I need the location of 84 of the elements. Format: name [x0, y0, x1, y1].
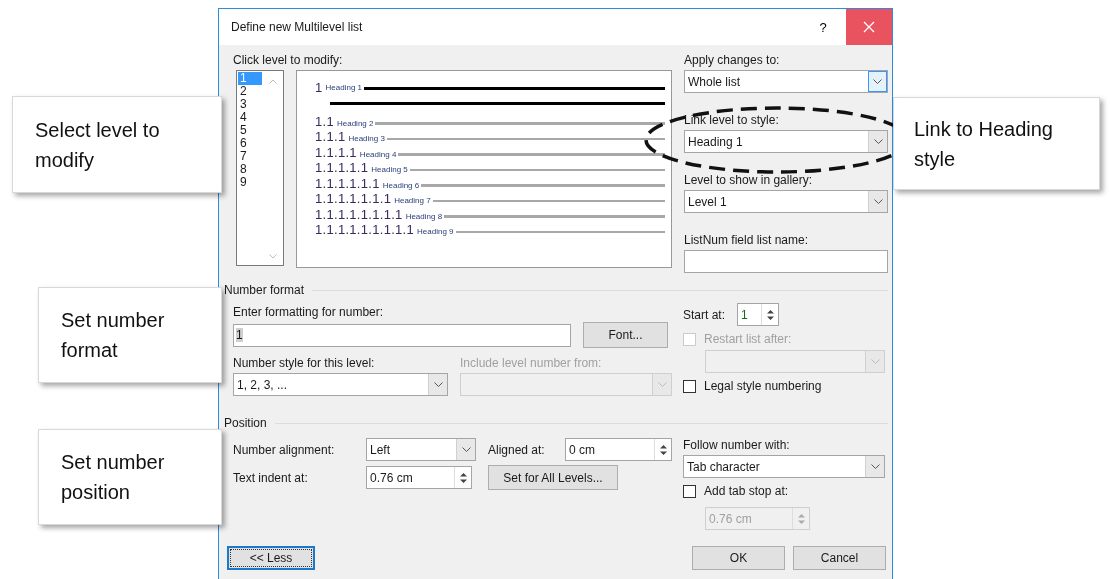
field-label: Level to show in gallery: — [684, 173, 814, 187]
preview-number: 1.1.1.1.1.1.1.1 — [315, 207, 403, 222]
legal-numbering-checkbox[interactable] — [683, 379, 696, 393]
chevron-down-icon — [873, 79, 882, 84]
preview-heading: Heading 9 — [417, 227, 454, 237]
chevron-down-icon — [873, 199, 883, 204]
preview-number: 1.1.1.1 — [315, 145, 357, 160]
aligned-at-field[interactable]: 0 cm — [565, 438, 672, 461]
ok-button[interactable]: OK — [692, 546, 785, 570]
checkbox-label: Legal style numbering — [704, 379, 822, 393]
follow-number-dropdown[interactable]: Tab character — [683, 455, 885, 478]
checkbox-label: Restart list after: — [704, 332, 792, 346]
preview-heading: Heading 4 — [359, 149, 397, 160]
field-label: Text indent at: — [233, 470, 309, 485]
preview-number: 1.1.1.1.1 — [315, 161, 369, 175]
preview-number: 1.1.1.1.1.1 — [315, 176, 380, 191]
chevron-down-icon[interactable] — [268, 254, 277, 259]
field-label: Start at: — [683, 307, 726, 322]
field-label: Enter formatting for number: — [233, 305, 385, 319]
preview-number: 1.1.1.1.1.1.1.1.1 — [315, 223, 415, 237]
level-list[interactable]: 1 2 3 4 5 6 7 8 9 — [236, 70, 284, 266]
text-indent-field[interactable]: 0.76 cm — [366, 466, 472, 489]
start-at-field[interactable]: 1 — [737, 303, 780, 326]
level-item[interactable]: 8 — [238, 163, 262, 176]
number-alignment-dropdown[interactable]: Left — [366, 438, 476, 461]
level-item[interactable]: 6 — [238, 137, 262, 150]
help-button[interactable]: ? — [800, 9, 846, 45]
preview-heading: Heading 2 — [337, 118, 374, 129]
preview-number: 1.1.1.1.1.1.1 — [315, 192, 392, 206]
level-item[interactable]: 3 — [238, 98, 262, 111]
section-heading: Position — [224, 416, 267, 430]
section-heading: Number format — [224, 283, 305, 297]
preview-number: 1.1.1 — [315, 130, 346, 144]
preview-heading: Heading 7 — [394, 196, 431, 206]
chevron-down-icon — [873, 139, 883, 144]
field-label: Aligned at: — [488, 442, 546, 457]
checkbox-label: Add tab stop at: — [704, 484, 789, 498]
close-icon — [863, 21, 875, 33]
field-label: Follow number with: — [683, 438, 791, 452]
chevron-down-icon — [461, 447, 471, 452]
level-item[interactable]: 7 — [238, 150, 262, 163]
number-style-dropdown[interactable]: 1, 2, 3, ... — [233, 373, 448, 396]
preview-number: 1.1 — [315, 114, 334, 129]
level-item[interactable]: 9 — [238, 176, 262, 189]
gallery-level-dropdown[interactable]: Level 1 — [684, 190, 888, 213]
apply-changes-dropdown[interactable]: Whole list — [684, 70, 888, 93]
chevron-up-icon[interactable] — [268, 79, 277, 84]
chevron-down-icon — [657, 382, 667, 387]
spin-arrows-icon[interactable] — [765, 307, 775, 322]
field-label: Click level to modify: — [233, 53, 344, 67]
preview-heading: Heading 8 — [405, 211, 443, 222]
spin-arrows-icon[interactable] — [658, 442, 668, 457]
callout-text: Set number format — [61, 308, 166, 363]
field-label: ListNum field list name: — [684, 233, 810, 247]
field-label: Link level to style: — [684, 113, 780, 127]
spin-arrows-icon[interactable] — [458, 470, 468, 485]
field-label: Include level number from: — [460, 356, 602, 370]
callout-text: Set number position — [61, 450, 166, 505]
level-item[interactable]: 4 — [238, 111, 262, 124]
font-button[interactable]: Font... — [583, 322, 668, 348]
chevron-down-icon — [870, 464, 880, 469]
preview-heading: Heading 6 — [382, 180, 420, 191]
cancel-button[interactable]: Cancel — [793, 546, 886, 570]
callout-text: Select level to modify — [35, 117, 161, 173]
close-button[interactable] — [846, 9, 892, 45]
tab-stop-checkbox[interactable] — [683, 484, 696, 498]
chevron-down-icon — [433, 382, 443, 387]
set-all-levels-button[interactable]: Set for All Levels... — [488, 465, 618, 490]
number-format-field[interactable]: 1 — [233, 323, 571, 347]
less-button[interactable]: << Less — [227, 546, 315, 570]
preview-heading: Heading 1 — [325, 83, 362, 93]
field-label: Number style for this level: — [233, 356, 376, 370]
preview-heading: Heading 5 — [371, 165, 408, 175]
preview-heading: Heading 3 — [348, 134, 385, 144]
list-name-field[interactable] — [684, 250, 888, 273]
field-label: Number alignment: — [233, 442, 336, 457]
chevron-down-icon — [870, 359, 880, 364]
callout-text: Link to Heading style — [914, 116, 1054, 172]
window-title: Define new Multilevel list — [230, 20, 364, 34]
field-label: Apply changes to: — [684, 53, 781, 67]
level-item[interactable]: 5 — [238, 124, 262, 137]
link-style-dropdown[interactable]: Heading 1 — [684, 130, 888, 153]
preview-number: 1 — [315, 81, 323, 95]
level-item[interactable]: 2 — [238, 85, 262, 98]
